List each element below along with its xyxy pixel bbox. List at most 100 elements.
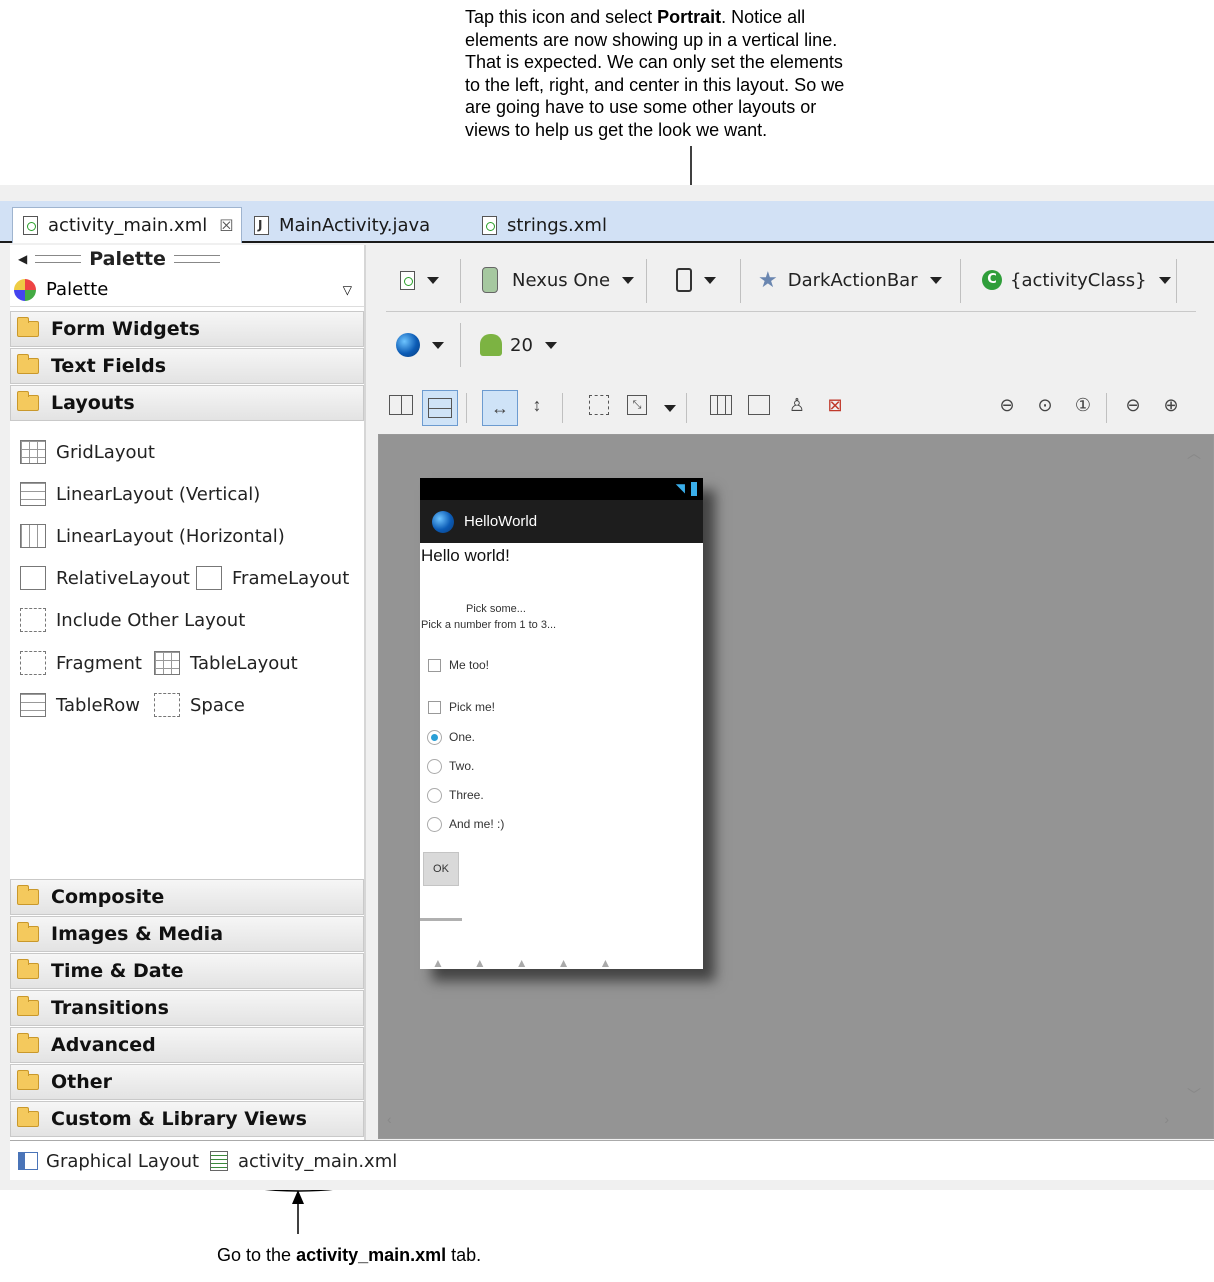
palette-item-space[interactable]: Space <box>154 691 245 719</box>
android-icon <box>480 334 502 356</box>
tab-strings-xml[interactable]: strings.xml <box>472 207 632 243</box>
locale-chooser[interactable] <box>396 330 444 360</box>
category-time-date[interactable]: Time & Date <box>10 953 364 989</box>
palette-item-fragment[interactable]: Fragment <box>20 649 142 677</box>
remove-weight-icon[interactable]: ⊠ <box>820 390 850 420</box>
radio-and-me[interactable] <box>427 817 442 832</box>
palette-icon <box>14 278 36 301</box>
folder-icon <box>17 1033 39 1053</box>
category-custom-library-views[interactable]: Custom & Library Views <box>10 1101 364 1137</box>
radio-label: Three. <box>449 788 484 802</box>
category-transitions[interactable]: Transitions <box>10 990 364 1026</box>
palette-item-tablelayout[interactable]: TableLayout <box>154 649 298 677</box>
fill-width-icon[interactable]: ↔ <box>482 390 518 426</box>
category-images-media[interactable]: Images & Media <box>10 916 364 952</box>
editor-tab-bar: activity_main.xml ☒ MainActivity.java st… <box>0 201 1214 243</box>
checkbox-label: Pick me! <box>449 700 496 714</box>
palette-item-linearlayout-horizontal[interactable]: LinearLayout (Horizontal) <box>20 522 285 550</box>
seekbar[interactable] <box>420 918 462 921</box>
radio-two[interactable] <box>427 759 442 774</box>
category-layouts[interactable]: Layouts <box>10 385 364 421</box>
layout-file-icon <box>400 270 415 290</box>
ok-button[interactable]: OK <box>423 852 459 886</box>
palette-item-linearlayout-vertical[interactable]: LinearLayout (Vertical) <box>20 480 260 508</box>
theme-chooser[interactable]: ★ DarkActionBar <box>758 265 942 295</box>
chevron-down-icon[interactable] <box>664 405 676 412</box>
scroll-down-icon[interactable]: ﹀ <box>1187 1085 1201 1105</box>
linear-vertical-icon <box>20 482 46 506</box>
palette-item-tablerow[interactable]: TableRow <box>20 691 140 719</box>
palette-item-gridlayout[interactable]: GridLayout <box>20 438 155 466</box>
grip-icon <box>35 255 82 263</box>
margins-icon[interactable] <box>584 390 614 420</box>
stacked-view-icon[interactable] <box>422 390 458 426</box>
grid-layout-icon <box>20 440 46 464</box>
radio-one[interactable] <box>427 730 442 745</box>
tab-graphical-layout[interactable]: Graphical Layout <box>18 1147 199 1175</box>
layout-canvas[interactable]: ︿ ﹀ ‹ › ◥ HelloWorld Hello world! Pick s… <box>378 434 1214 1139</box>
bottom-annotation: Go to the activity_main.xml tab. <box>217 1245 482 1265</box>
table-layout-icon <box>154 651 180 675</box>
frame-layout-icon <box>196 566 222 590</box>
palette-item-relativelayout[interactable]: RelativeLayout <box>20 564 190 592</box>
palette-panel: ◀ Palette Palette ▽ Form Widgets Text Fi… <box>10 245 366 1140</box>
zoom-100-icon[interactable]: ① <box>1068 390 1098 420</box>
category-text-fields[interactable]: Text Fields <box>10 348 364 384</box>
chevron-down-icon <box>929 276 942 284</box>
scroll-left-icon[interactable]: ‹ <box>387 1111 392 1127</box>
fill-height-icon[interactable]: ↕ <box>522 390 552 420</box>
resize-icon[interactable]: ⤡ <box>622 390 652 420</box>
folder-icon <box>17 922 39 942</box>
category-composite[interactable]: Composite <box>10 879 364 915</box>
zoom-actual-icon[interactable]: ⊙ <box>1030 390 1060 420</box>
side-by-side-icon[interactable] <box>386 390 416 420</box>
activity-chooser[interactable]: C {activityClass} <box>982 265 1171 295</box>
radio-label: One. <box>449 730 476 744</box>
collapse-arrow-icon[interactable]: ◀ <box>18 252 27 266</box>
folder-icon <box>17 996 39 1016</box>
config-chooser[interactable] <box>400 265 439 295</box>
radio-label: And me! :) <box>449 817 505 831</box>
rating-bar[interactable]: ▲▲▲▲▲ <box>432 956 632 970</box>
action-bar: HelloWorld <box>420 500 703 543</box>
hello-text: Hello world! <box>421 546 510 565</box>
phone-preview[interactable]: ◥ HelloWorld Hello world! Pick some... P… <box>420 478 703 970</box>
folder-icon <box>17 317 39 337</box>
chevron-down-icon <box>427 276 439 284</box>
tab-activity-main-xml-source[interactable]: activity_main.xml <box>210 1147 397 1175</box>
fragment-icon <box>20 651 46 675</box>
category-advanced[interactable]: Advanced <box>10 1027 364 1063</box>
chevron-down-icon[interactable]: ▽ <box>343 283 352 297</box>
close-icon[interactable]: ☒ <box>219 216 233 235</box>
device-chooser[interactable]: Nexus One <box>482 265 635 295</box>
editor-bottom-tabs: Graphical Layout activity_main.xml <box>10 1140 1214 1180</box>
palette-item-include-other-layout[interactable]: Include Other Layout <box>20 606 245 634</box>
orientation-chooser[interactable] <box>676 265 716 295</box>
scroll-right-icon[interactable]: › <box>1164 1111 1169 1127</box>
pick-number-text: Pick a number from 1 to 3... <box>421 619 557 631</box>
space-icon <box>154 693 180 717</box>
clear-weights-icon[interactable] <box>744 390 774 420</box>
xml-file-icon <box>482 215 497 235</box>
checkbox-pick-me[interactable] <box>428 701 441 714</box>
include-layout-icon <box>20 608 46 632</box>
tab-main-activity-java[interactable]: MainActivity.java <box>244 207 464 243</box>
chevron-down-icon <box>622 276 635 284</box>
assign-weight-icon[interactable]: ♙ <box>782 390 812 420</box>
category-other[interactable]: Other <box>10 1064 364 1100</box>
grip-icon <box>173 255 220 263</box>
checkbox-me-too[interactable] <box>428 659 441 672</box>
globe-icon <box>396 333 420 357</box>
table-row-icon <box>20 693 46 717</box>
palette-item-framelayout[interactable]: FrameLayout <box>196 564 349 592</box>
tab-activity-main-xml[interactable]: activity_main.xml ☒ <box>12 207 242 243</box>
palette-selector[interactable]: Palette ▽ <box>10 273 364 307</box>
zoom-in-icon[interactable]: ⊕ <box>1156 390 1186 420</box>
distribute-weights-icon[interactable] <box>706 390 736 420</box>
scroll-up-icon[interactable]: ︿ <box>1187 443 1201 463</box>
radio-three[interactable] <box>427 788 442 803</box>
zoom-fit-icon[interactable]: ⊖ <box>992 390 1022 420</box>
zoom-out-icon[interactable]: ⊖ <box>1118 390 1148 420</box>
api-level-chooser[interactable]: 20 <box>480 330 557 360</box>
category-form-widgets[interactable]: Form Widgets <box>10 311 364 347</box>
